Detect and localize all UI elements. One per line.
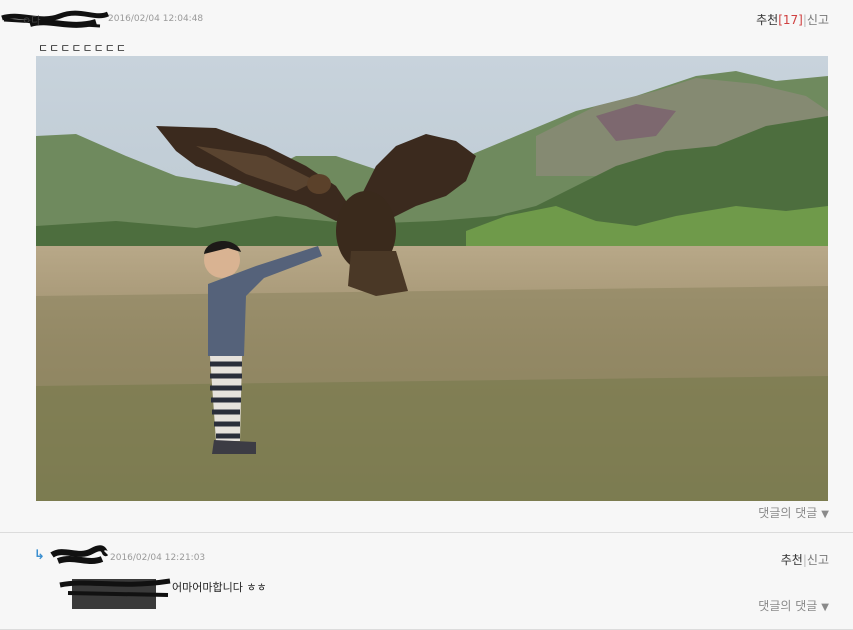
author-name[interactable]: ㅇ다 <box>22 12 40 27</box>
mention-redaction <box>59 578 171 609</box>
comment-item: ㅇ다 2016/02/04 12:04:48 추천[17]|신고 ㄷㄷㄷㄷㄷㄷㄷ… <box>0 0 853 533</box>
report-link[interactable]: 신고 <box>807 13 829 27</box>
author-redaction <box>1 10 110 28</box>
recommend-label: 추천 <box>756 13 779 27</box>
comment-actions: 추천|신고 <box>781 551 829 568</box>
triangle-down-icon: ▼ <box>821 509 829 520</box>
recommend-count: [17] <box>778 13 803 27</box>
reply-arrow-icon: ↳ <box>34 548 45 563</box>
reply-label: 댓글의 댓글 <box>758 506 818 520</box>
reply-comment-item: ↳ 2016/02/04 12:21:03 추천|신고 어마어마합니다 ㅎㅎ 댓… <box>0 533 853 630</box>
comment-date: 2016/02/04 12:04:48 <box>108 14 204 24</box>
photo-eagle-child <box>36 56 828 501</box>
comment-actions: 추천[17]|신고 <box>756 11 829 28</box>
reply-to-comment-button[interactable]: 댓글의 댓글 ▼ <box>758 504 829 521</box>
attached-photo[interactable] <box>36 56 828 501</box>
comment-date: 2016/02/04 12:21:03 <box>110 553 206 563</box>
recommend-button[interactable]: 추천 <box>781 553 803 567</box>
author-redaction <box>50 545 108 564</box>
triangle-down-icon: ▼ <box>821 602 829 613</box>
reply-label: 댓글의 댓글 <box>758 599 818 613</box>
report-link[interactable]: 신고 <box>807 553 829 567</box>
comment-text: ㄷㄷㄷㄷㄷㄷㄷㄷ <box>38 42 127 55</box>
recommend-button[interactable]: 추천[17] <box>756 13 803 27</box>
comment-text: 어마어마합니다 ㅎㅎ <box>172 581 267 594</box>
reply-to-comment-button[interactable]: 댓글의 댓글 ▼ <box>758 597 829 614</box>
